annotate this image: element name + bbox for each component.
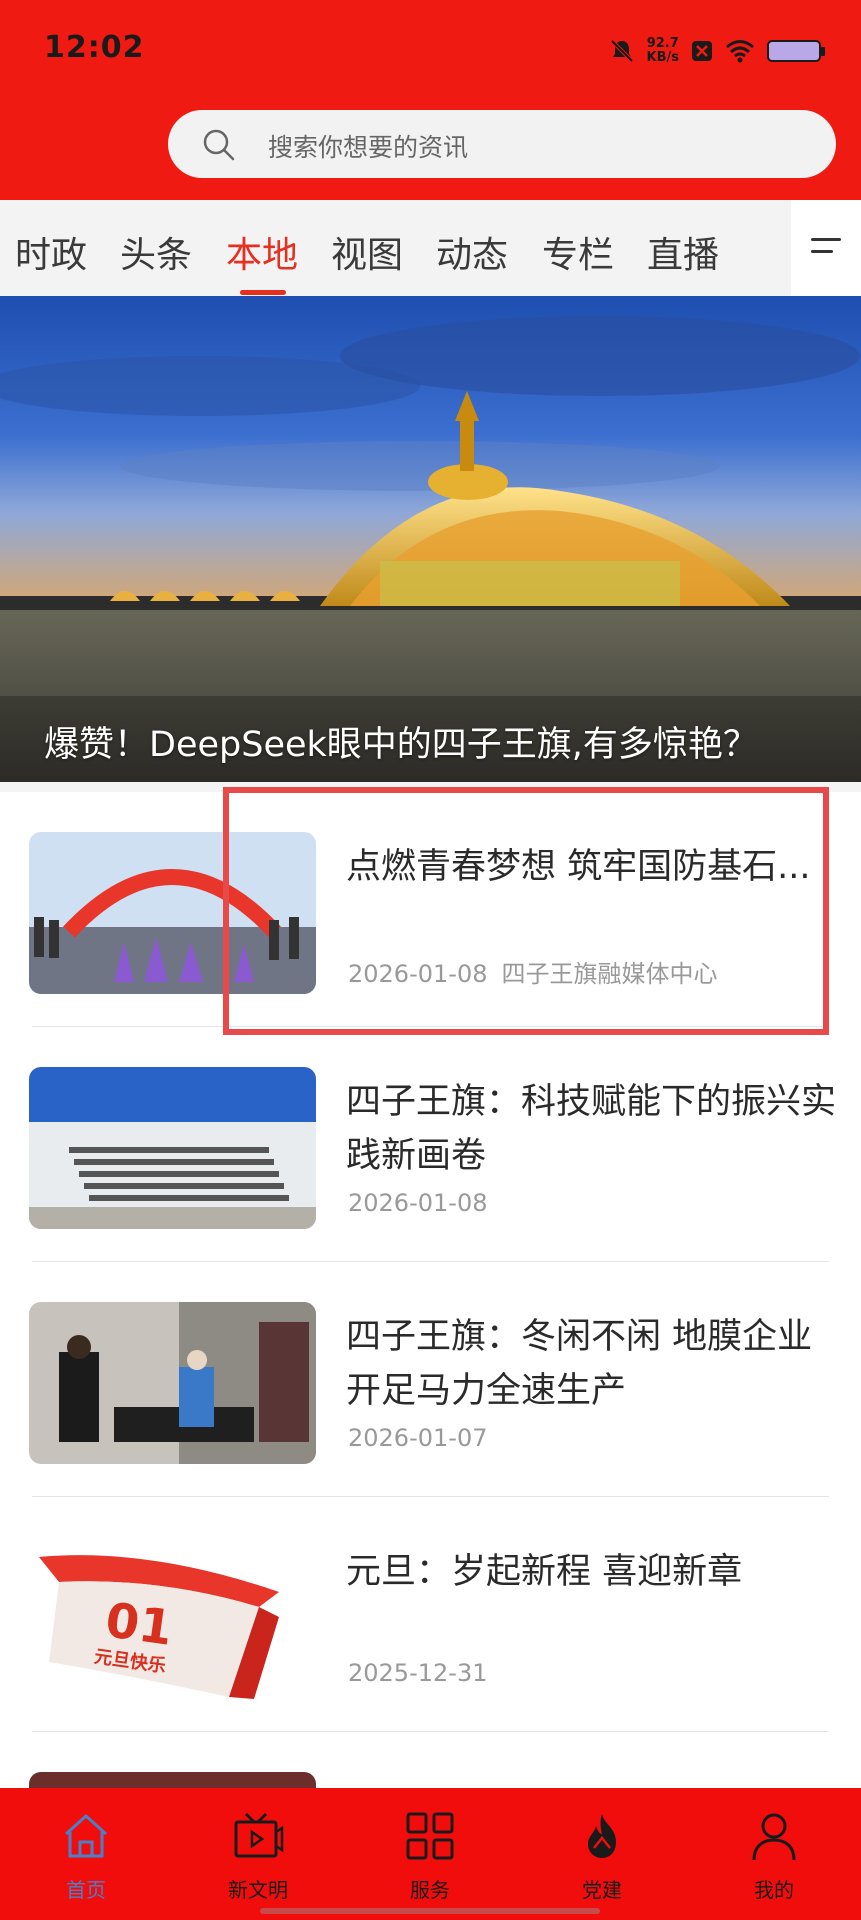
news-date: 2025-12-31: [348, 1659, 488, 1687]
bottom-nav: 首页 新文明 服务 党建 我的: [0, 1788, 861, 1920]
status-icons: 92.7 KB/s: [609, 34, 825, 68]
news-thumbnail: [29, 1067, 316, 1229]
news-date: 2026-01-07: [348, 1424, 488, 1452]
nav-label: 我的: [754, 1878, 794, 1902]
menu-icon: [811, 238, 841, 241]
active-tab-indicator: [240, 290, 286, 295]
net-speed-unit: KB/s: [646, 50, 679, 65]
news-meta: 2025-12-31: [348, 1659, 487, 1687]
nav-party-building[interactable]: 党建: [542, 1788, 662, 1920]
nav-label: 党建: [582, 1878, 622, 1902]
tab-shizheng[interactable]: 时政: [15, 226, 87, 278]
calendar-number: 01: [102, 1592, 176, 1657]
home-icon: [64, 1814, 108, 1858]
search-bar[interactable]: 搜索你想要的资讯: [168, 110, 836, 178]
list-item[interactable]: 01 元旦快乐 元旦：岁起新程 喜迎新章 2025-12-31: [0, 1497, 861, 1732]
grid-icon: [406, 1812, 454, 1860]
news-title: 四子王旗：科技赋能下的振兴实践新画卷: [346, 1082, 837, 1176]
wifi-icon: [726, 40, 754, 63]
news-date: 2026-01-08: [348, 1189, 488, 1217]
banner-image: [0, 296, 861, 782]
status-bar: 12:02 92.7 KB/s: [0, 0, 861, 100]
tabs-menu-button[interactable]: [791, 200, 861, 296]
news-thumbnail: [29, 1302, 316, 1464]
nav-label: 首页: [66, 1878, 106, 1902]
news-thumbnail: 01 元旦快乐: [29, 1537, 316, 1699]
mute-icon: [610, 39, 633, 63]
search-placeholder: 搜索你想要的资讯: [268, 133, 469, 162]
tab-shitu[interactable]: 视图: [331, 226, 403, 278]
nav-services[interactable]: 服务: [370, 1788, 490, 1920]
net-speed-value: 92.7: [646, 36, 679, 51]
nav-home[interactable]: 首页: [26, 1788, 146, 1920]
tab-bendi[interactable]: 本地: [226, 226, 298, 278]
battery-icon: [767, 40, 825, 62]
news-title: 四子王旗：冬闲不闲 地膜企业开足马力全速生产: [346, 1317, 813, 1411]
tab-dongtai[interactable]: 动态: [436, 226, 508, 278]
search-icon: [203, 129, 235, 161]
news-meta: 2026-01-07: [348, 1424, 487, 1452]
banner-caption: 爆赞！DeepSeek眼中的四子王旗,有多惊艳？: [44, 725, 758, 765]
tv-icon: [234, 1812, 284, 1858]
home-indicator[interactable]: [260, 1908, 600, 1914]
header: 12:02 92.7 KB/s 搜索你想要的资讯: [0, 0, 861, 200]
x-box-icon: [692, 41, 712, 61]
list-item[interactable]: 四子王旗：冬闲不闲 地膜企业开足马力全速生产 2026-01-07: [0, 1262, 861, 1497]
news-title: 元旦：岁起新程 喜迎新章: [346, 1552, 743, 1592]
list-item[interactable]: 四子王旗：科技赋能下的振兴实践新画卷 2026-01-08: [0, 1027, 861, 1262]
menu-icon-line: [811, 250, 833, 253]
news-meta: 2026-01-08: [348, 1189, 487, 1217]
nav-label: 新文明: [228, 1878, 288, 1902]
person-icon: [752, 1813, 796, 1861]
flame-icon: [588, 1814, 616, 1858]
category-tabs: 时政 头条 本地 视图 动态 专栏 直播: [0, 200, 861, 296]
nav-label: 服务: [410, 1878, 450, 1902]
nav-mine[interactable]: 我的: [714, 1788, 834, 1920]
tab-toutiao[interactable]: 头条: [120, 226, 192, 278]
net-speed: 92.7 KB/s: [647, 37, 679, 65]
status-time: 12:02: [44, 30, 145, 65]
banner[interactable]: 爆赞！DeepSeek眼中的四子王旗,有多惊艳？: [0, 296, 861, 782]
tab-zhibo[interactable]: 直播: [647, 226, 719, 278]
highlight-box: [223, 787, 829, 1035]
list-item[interactable]: [0, 1732, 861, 1802]
tab-zhuanlan[interactable]: 专栏: [542, 226, 614, 278]
nav-new-civilization[interactable]: 新文明: [198, 1788, 318, 1920]
